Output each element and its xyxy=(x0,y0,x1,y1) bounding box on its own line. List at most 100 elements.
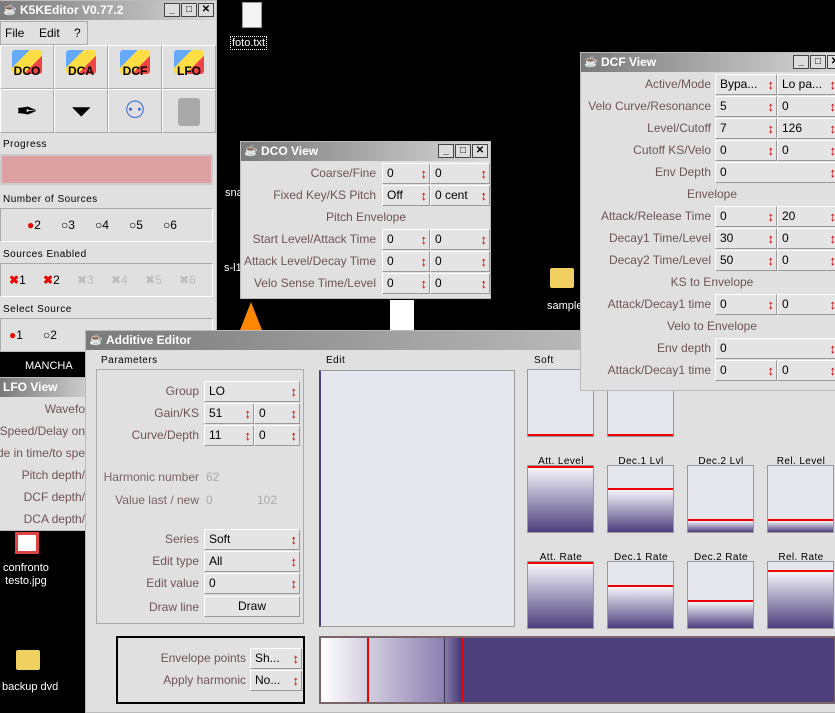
spinner-arrows-icon[interactable]: ↕ xyxy=(481,252,488,271)
envelope-rate-slider[interactable] xyxy=(527,561,594,629)
envelope-level-slider[interactable] xyxy=(687,465,754,533)
envelope-rate-slider[interactable] xyxy=(607,561,674,629)
envelope-rate-slider[interactable] xyxy=(687,561,754,629)
envelope-marker[interactable] xyxy=(367,638,369,702)
spinner-arrows-icon[interactable]: ↕ xyxy=(768,119,775,138)
spinner-arrows-icon[interactable]: ↕ xyxy=(293,671,300,690)
spinner-arrows-icon[interactable]: ↕ xyxy=(830,229,835,248)
menu-edit[interactable]: Edit xyxy=(39,22,60,44)
spinner[interactable]: No...↕ xyxy=(250,670,302,691)
maximize-button[interactable]: □ xyxy=(810,55,826,69)
spinner[interactable]: 0↕ xyxy=(715,140,777,161)
draw-button[interactable]: Draw xyxy=(204,596,300,617)
spinner[interactable]: 0↕ xyxy=(777,360,835,381)
spinner-arrows-icon[interactable]: ↕ xyxy=(768,75,775,94)
title-bar[interactable]: ☕DCF View _□✕ xyxy=(581,53,835,72)
minimize-button[interactable]: _ xyxy=(164,3,180,17)
spinner[interactable]: 5↕ xyxy=(715,96,777,117)
spinner[interactable]: 0↕ xyxy=(715,360,777,381)
title-bar[interactable]: LFO View xyxy=(0,378,98,397)
spinner-arrows-icon[interactable]: ↕ xyxy=(768,295,775,314)
close-button[interactable]: ✕ xyxy=(198,3,214,17)
spinner-arrows-icon[interactable]: ↕ xyxy=(768,207,775,226)
spinner[interactable]: 11↕ xyxy=(204,425,254,446)
checkbox-source-enabled[interactable]: ✖5 xyxy=(145,273,162,287)
menu-help[interactable]: ? xyxy=(74,22,81,44)
harmonic-edit-canvas[interactable] xyxy=(319,370,515,627)
radio-select-source[interactable]: ●1 xyxy=(9,328,23,342)
checkbox-source-enabled[interactable]: ✖3 xyxy=(77,273,94,287)
desktop-icon-sample[interactable]: sample xyxy=(547,300,582,312)
spinner-arrows-icon[interactable]: ↕ xyxy=(830,295,835,314)
spinner[interactable]: 0↕ xyxy=(382,163,430,184)
spinner-arrows-icon[interactable]: ↕ xyxy=(768,251,775,270)
spinner[interactable]: 126↕ xyxy=(777,118,835,139)
folder-icon[interactable] xyxy=(16,650,40,670)
spinner[interactable]: Off↕ xyxy=(382,185,430,206)
spinner-arrows-icon[interactable]: ↕ xyxy=(421,252,428,271)
spinner[interactable]: 0↕ xyxy=(254,403,300,424)
spinner[interactable]: 0↕ xyxy=(430,163,490,184)
spinner-arrows-icon[interactable]: ↕ xyxy=(830,251,835,270)
spinner-arrows-icon[interactable]: ↕ xyxy=(768,361,775,380)
dcf-button[interactable]: DCF xyxy=(108,45,162,89)
spinner-arrows-icon[interactable]: ↕ xyxy=(481,230,488,249)
spinner[interactable]: 0↕ xyxy=(777,250,835,271)
spinner-arrows-icon[interactable]: ↕ xyxy=(768,141,775,160)
spinner[interactable]: 0↕ xyxy=(777,228,835,249)
spinner[interactable]: Bypa...↕ xyxy=(715,74,777,95)
desktop-icon-backup[interactable]: backup dvd xyxy=(2,681,58,693)
spinner[interactable]: LO↕ xyxy=(204,381,300,402)
spinner-arrows-icon[interactable]: ↕ xyxy=(291,404,298,423)
spinner[interactable]: 30↕ xyxy=(715,228,777,249)
spinner-arrows-icon[interactable]: ↕ xyxy=(830,163,835,182)
spinner[interactable]: 0↕ xyxy=(430,273,490,294)
spinner-arrows-icon[interactable]: ↕ xyxy=(830,207,835,226)
spinner-arrows-icon[interactable]: ↕ xyxy=(768,97,775,116)
envelope-marker[interactable] xyxy=(461,638,463,702)
vlc-cone-icon[interactable] xyxy=(240,302,262,330)
dca-button[interactable]: DCA xyxy=(54,45,108,89)
radio-source-count[interactable]: ○5 xyxy=(129,218,143,232)
radio-source-count[interactable]: ○6 xyxy=(163,218,177,232)
maximize-button[interactable]: □ xyxy=(455,144,471,158)
spinner-arrows-icon[interactable]: ↕ xyxy=(245,426,252,445)
spinner-arrows-icon[interactable]: ↕ xyxy=(421,164,428,183)
calculator-button[interactable] xyxy=(162,89,216,133)
spinner-arrows-icon[interactable]: ↕ xyxy=(830,339,835,358)
checkbox-source-enabled[interactable]: ✖6 xyxy=(179,273,196,287)
spinner-arrows-icon[interactable]: ↕ xyxy=(245,404,252,423)
spinner[interactable]: 20↕ xyxy=(777,206,835,227)
spinner-arrows-icon[interactable]: ↕ xyxy=(421,274,428,293)
spinner[interactable]: 0↕ xyxy=(254,425,300,446)
spinner[interactable]: 0↕ xyxy=(777,140,835,161)
desktop-icon-confronto[interactable]: confronto testo.jpg xyxy=(3,562,49,588)
spinner[interactable]: Soft↕ xyxy=(204,529,300,550)
radio-select-source[interactable]: ○2 xyxy=(43,328,57,342)
spinner-arrows-icon[interactable]: ↕ xyxy=(481,186,488,205)
menu-file[interactable]: File xyxy=(5,22,24,44)
spinner-arrows-icon[interactable]: ↕ xyxy=(830,361,835,380)
joystick-button[interactable]: ⚇ xyxy=(108,89,162,133)
text-file-icon[interactable] xyxy=(242,2,262,28)
spinner-arrows-icon[interactable]: ↕ xyxy=(291,574,298,593)
checkbox-source-enabled[interactable]: ✖2 xyxy=(43,273,60,287)
spinner-arrows-icon[interactable]: ↕ xyxy=(421,230,428,249)
checkbox-source-enabled[interactable]: ✖4 xyxy=(111,273,128,287)
title-bar[interactable]: ☕K5KEditor V0.77.2 _□✕ xyxy=(0,1,216,20)
spinner-arrows-icon[interactable]: ↕ xyxy=(830,97,835,116)
radio-source-count[interactable]: ○4 xyxy=(95,218,109,232)
radio-source-count[interactable]: ○3 xyxy=(61,218,75,232)
spinner-arrows-icon[interactable]: ↕ xyxy=(830,141,835,160)
spinner[interactable]: 7↕ xyxy=(715,118,777,139)
minimize-button[interactable]: _ xyxy=(438,144,454,158)
spinner[interactable]: 0↕ xyxy=(382,273,430,294)
desktop-icon-foto[interactable]: foto.txt xyxy=(230,36,267,50)
spinner[interactable]: Lo pa...↕ xyxy=(777,74,835,95)
close-button[interactable]: ✕ xyxy=(827,55,835,69)
spinner-arrows-icon[interactable]: ↕ xyxy=(481,274,488,293)
spinner[interactable]: 0↕ xyxy=(715,206,777,227)
spinner-arrows-icon[interactable]: ↕ xyxy=(830,119,835,138)
spinner[interactable]: 51↕ xyxy=(204,403,254,424)
spinner[interactable]: All↕ xyxy=(204,551,300,572)
